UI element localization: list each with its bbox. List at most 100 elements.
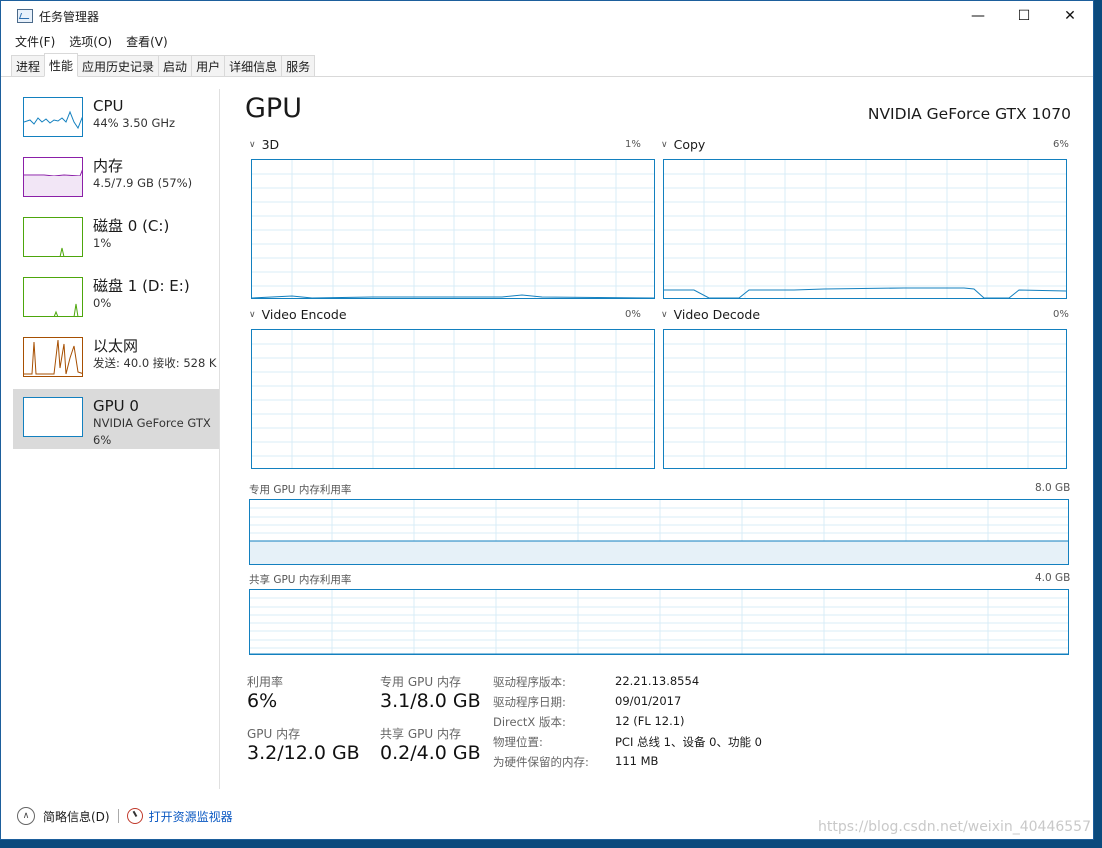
- gpu-thumbnail-graph: [23, 397, 83, 437]
- stat-shared-memory: 共享 GPU 内存 0.2/4.0 GB: [380, 725, 481, 764]
- engine-selector-video-encode[interactable]: ∨ Video Encode: [249, 307, 347, 322]
- menu-file[interactable]: 文件(F): [15, 33, 55, 50]
- stat-value: 0.2/4.0 GB: [380, 742, 481, 764]
- resource-subtitle: 44% 3.50 GHz: [93, 116, 176, 130]
- memory-thumbnail-graph: [23, 157, 83, 197]
- stat-gpu-memory: GPU 内存 3.2/12.0 GB: [247, 725, 360, 764]
- chevron-down-icon: ∨: [661, 139, 668, 150]
- stat-label: 共享 GPU 内存: [380, 727, 461, 741]
- resource-monitor-icon: [126, 808, 143, 824]
- tab-users[interactable]: 用户: [191, 55, 226, 76]
- resource-subtitle: 4.5/7.9 GB (57%): [93, 176, 193, 190]
- engine-selector-copy[interactable]: ∨ Copy: [661, 137, 705, 152]
- task-manager-icon: [17, 9, 33, 23]
- graph-video-decode: [663, 329, 1067, 469]
- disk1-thumbnail-graph: [23, 277, 83, 317]
- gpu-detail-panel: GPU NVIDIA GeForce GTX 1070 ∨ 3D 1% ∨ Co…: [233, 89, 1073, 789]
- engine-label: 3D: [261, 137, 280, 152]
- fewer-details-link[interactable]: 简略信息(D): [43, 808, 110, 825]
- info-key: 物理位置:: [493, 735, 543, 749]
- resource-gpu-0[interactable]: GPU 0 NVIDIA GeForce GTX 6%: [13, 389, 219, 449]
- dedicated-memory-max: 8.0 GB: [1035, 482, 1071, 494]
- engine-percent: 0%: [1053, 309, 1069, 320]
- menu-bar: 文件(F) 选项(O) 查看(V): [1, 31, 1093, 51]
- resource-disk-0[interactable]: 磁盘 0 (C:) 1%: [13, 209, 219, 269]
- engine-selector-3d[interactable]: ∨ 3D: [249, 137, 279, 152]
- engine-percent: 6%: [1053, 139, 1069, 150]
- stat-value: 3.1/8.0 GB: [380, 690, 481, 712]
- resource-title: 磁盘 1 (D: E:): [93, 277, 190, 295]
- minimize-button[interactable]: —: [955, 1, 1001, 31]
- resource-title: 内存: [93, 157, 124, 175]
- resource-subtitle: 1%: [93, 236, 112, 250]
- resource-ethernet[interactable]: 以太网 发送: 40.0 接收: 528 K: [13, 329, 219, 389]
- tab-performance[interactable]: 性能: [44, 53, 79, 77]
- info-key: 驱动程序日期:: [493, 695, 566, 709]
- dedicated-memory-graph: [249, 499, 1069, 565]
- task-manager-window: 任务管理器 — ☐ ✕ 文件(F) 选项(O) 查看(V) 进程 性能 应用历史…: [0, 0, 1094, 840]
- title-bar: 任务管理器 — ☐ ✕: [1, 1, 1093, 31]
- cpu-thumbnail-graph: [23, 97, 83, 137]
- stat-utilization: 利用率 6%: [247, 673, 283, 712]
- chevron-down-icon: ∨: [249, 309, 256, 320]
- shared-memory-graph: [249, 589, 1069, 655]
- resource-subtitle: NVIDIA GeForce GTX: [93, 416, 211, 430]
- resource-list: CPU 44% 3.50 GHz 内存 4.5/7.9 GB (57%) 磁盘 …: [13, 89, 220, 789]
- shared-memory-max: 4.0 GB: [1035, 572, 1071, 584]
- chevron-down-icon: ∨: [249, 139, 256, 150]
- stat-value: 3.2/12.0 GB: [247, 742, 360, 764]
- graph-3d: [251, 159, 655, 299]
- gpu-model-name: NVIDIA GeForce GTX 1070: [867, 105, 1071, 123]
- tab-startup[interactable]: 启动: [158, 55, 193, 76]
- disk0-thumbnail-graph: [23, 217, 83, 257]
- resource-subtitle: 发送: 40.0 接收: 528 K: [93, 356, 217, 370]
- engine-selector-video-decode[interactable]: ∨ Video Decode: [661, 307, 760, 322]
- stat-dedicated-memory: 专用 GPU 内存 3.1/8.0 GB: [380, 673, 481, 712]
- resource-subtitle: 0%: [93, 296, 112, 310]
- page-title: GPU: [245, 93, 302, 124]
- resource-cpu[interactable]: CPU 44% 3.50 GHz: [13, 89, 219, 149]
- info-value: PCI 总线 1、设备 0、功能 0: [615, 735, 762, 749]
- stat-label: 专用 GPU 内存: [380, 675, 461, 689]
- engine-percent: 0%: [625, 309, 641, 320]
- chevron-down-icon: ∨: [661, 309, 668, 320]
- chevron-up-icon[interactable]: ∧: [17, 807, 35, 825]
- graph-video-encode: [251, 329, 655, 469]
- resource-memory[interactable]: 内存 4.5/7.9 GB (57%): [13, 149, 219, 209]
- dedicated-memory-label: 专用 GPU 内存利用率: [249, 484, 352, 496]
- close-button[interactable]: ✕: [1047, 1, 1093, 31]
- resource-disk-1[interactable]: 磁盘 1 (D: E:) 0%: [13, 269, 219, 329]
- info-key: 驱动程序版本:: [493, 675, 566, 689]
- tab-services[interactable]: 服务: [281, 55, 316, 76]
- info-value: 22.21.13.8554: [615, 674, 700, 688]
- stat-label: GPU 内存: [247, 727, 301, 741]
- ethernet-thumbnail-graph: [23, 337, 83, 377]
- engine-percent: 1%: [625, 139, 641, 150]
- info-value: 09/01/2017: [615, 694, 682, 708]
- menu-options[interactable]: 选项(O): [69, 33, 112, 50]
- resource-subtitle-2: 6%: [93, 433, 112, 447]
- engine-label: Copy: [673, 137, 706, 152]
- window-title: 任务管理器: [39, 9, 100, 24]
- resource-title: 以太网: [93, 337, 139, 355]
- maximize-button[interactable]: ☐: [1001, 1, 1047, 31]
- resource-title: GPU 0: [93, 397, 139, 415]
- tab-details[interactable]: 详细信息: [224, 55, 283, 76]
- info-key: DirectX 版本:: [493, 715, 566, 729]
- divider: [117, 809, 119, 823]
- open-resource-monitor-link[interactable]: 打开资源监视器: [149, 808, 233, 825]
- menu-view[interactable]: 查看(V): [126, 33, 168, 50]
- info-value: 12 (FL 12.1): [615, 714, 685, 728]
- resource-title: 磁盘 0 (C:): [93, 217, 170, 235]
- tab-bar: 进程 性能 应用历史记录 启动 用户 详细信息 服务: [1, 51, 1093, 77]
- engine-label: Video Encode: [261, 307, 347, 322]
- info-key: 为硬件保留的内存:: [493, 755, 589, 769]
- tab-processes[interactable]: 进程: [11, 55, 46, 76]
- tab-app-history[interactable]: 应用历史记录: [77, 55, 160, 76]
- graph-copy: [663, 159, 1067, 299]
- watermark: https://blog.csdn.net/weixin_40446557: [817, 819, 1091, 835]
- info-value: 111 MB: [615, 754, 659, 768]
- resource-title: CPU: [93, 97, 124, 115]
- engine-label: Video Decode: [673, 307, 761, 322]
- stat-label: 利用率: [247, 675, 284, 689]
